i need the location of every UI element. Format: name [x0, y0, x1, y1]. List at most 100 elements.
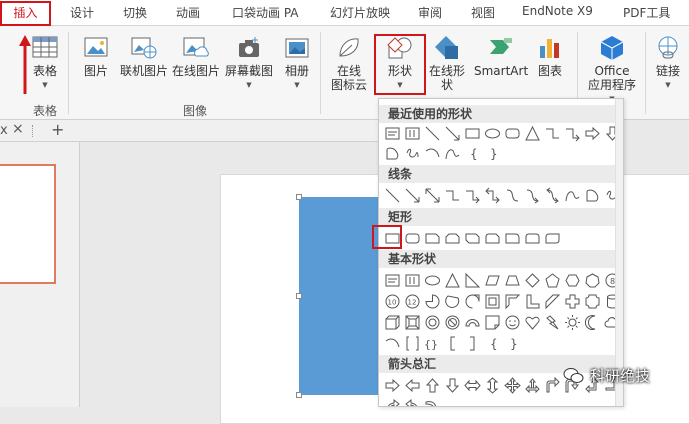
freeform-shape-icon[interactable]: [384, 145, 401, 162]
triangle-shape-icon[interactable]: [444, 272, 461, 289]
l-shape-icon[interactable]: [524, 293, 541, 310]
tab-view[interactable]: 视图: [471, 4, 495, 21]
tab-transitions[interactable]: 切换: [123, 4, 147, 21]
diamond-shape-icon[interactable]: [524, 272, 541, 289]
doc-tab-close-icon[interactable]: ×: [12, 121, 24, 137]
double-bracket-shape-icon[interactable]: [404, 335, 421, 352]
line-shape-icon[interactable]: [424, 125, 441, 142]
snip-diagonal-rectangle-shape-icon[interactable]: [464, 230, 481, 247]
table-button[interactable]: 表格 ▼: [28, 34, 62, 92]
slide-thumbnail[interactable]: [0, 164, 56, 284]
curved-arrow-connector-shape-icon[interactable]: [524, 187, 541, 204]
curve-shape-icon[interactable]: [444, 145, 461, 162]
bent-arrow-shape-icon[interactable]: [544, 376, 561, 394]
screenshot-button[interactable]: 屏幕截图 ▼: [222, 34, 276, 92]
left-right-arrow-shape-icon[interactable]: [464, 377, 481, 394]
curved-arrow-shape-icon[interactable]: [384, 398, 401, 408]
plaque-shape-icon[interactable]: [584, 293, 601, 310]
link-button[interactable]: 链接 ▼: [652, 34, 684, 92]
freeform-shape-icon[interactable]: [584, 187, 601, 204]
triangle-shape-icon[interactable]: [524, 125, 541, 142]
up-down-arrow-shape-icon[interactable]: [484, 376, 501, 394]
resize-handle[interactable]: [296, 194, 302, 200]
curved-double-arrow-connector-shape-icon[interactable]: [544, 187, 561, 204]
cross-shape-icon[interactable]: [564, 293, 581, 310]
curved-arrow-shape-icon[interactable]: [424, 398, 441, 408]
trapezoid-shape-icon[interactable]: [504, 272, 521, 289]
arrow-line-shape-icon[interactable]: [444, 125, 461, 142]
round-same-side-rectangle-shape-icon[interactable]: [524, 230, 541, 247]
tab-pocket-animation[interactable]: 口袋动画 PA: [232, 4, 299, 21]
right-triangle-shape-icon[interactable]: [464, 272, 481, 289]
arc-shape-icon[interactable]: [384, 335, 401, 352]
right-bracket-shape-icon[interactable]: [464, 335, 481, 352]
online-image-button[interactable]: 在线图片: [171, 34, 221, 78]
textbox-shape-icon[interactable]: [384, 125, 401, 142]
elbow-arrow-connector-shape-icon[interactable]: [464, 187, 481, 204]
moon-shape-icon[interactable]: [584, 314, 601, 331]
tab-design[interactable]: 设计: [70, 4, 94, 21]
diagonal-stripe-shape-icon[interactable]: [544, 293, 561, 310]
curve-shape-icon[interactable]: [564, 187, 581, 204]
parallelogram-shape-icon[interactable]: [484, 272, 501, 289]
left-right-up-arrow-shape-icon[interactable]: [524, 377, 541, 394]
snip-same-side-rectangle-shape-icon[interactable]: [444, 230, 461, 247]
sun-shape-icon[interactable]: [564, 314, 581, 331]
smartart-button[interactable]: SmartArt: [474, 34, 528, 78]
vertical-textbox-shape-icon[interactable]: [404, 272, 421, 289]
cube-shape-icon[interactable]: [384, 314, 401, 331]
scribble-shape-icon[interactable]: [404, 145, 421, 162]
album-button[interactable]: 相册 ▼: [280, 34, 314, 92]
double-arrow-line-shape-icon[interactable]: [424, 187, 441, 204]
tab-insert[interactable]: 插入: [0, 1, 51, 26]
decagon-shape-icon[interactable]: 10: [384, 293, 401, 310]
round-single-corner-rectangle-shape-icon[interactable]: [504, 230, 521, 247]
resize-handle[interactable]: [296, 293, 302, 299]
textbox-shape-icon[interactable]: [384, 272, 401, 289]
hexagon-shape-icon[interactable]: [564, 272, 581, 289]
up-arrow-shape-icon[interactable]: [424, 377, 441, 394]
curved-arrow-shape-icon[interactable]: [404, 398, 421, 408]
rectangle-shape-icon[interactable]: [464, 125, 481, 142]
online-picture-button[interactable]: 联机图片: [118, 34, 170, 78]
left-bracket-shape-icon[interactable]: [444, 335, 461, 352]
dodecagon-shape-icon[interactable]: 12: [404, 293, 421, 310]
elbow-connector-shape-icon[interactable]: [544, 125, 561, 142]
round-diagonal-rectangle-shape-icon[interactable]: [544, 230, 561, 247]
lightning-bolt-shape-icon[interactable]: [544, 314, 561, 331]
heptagon-shape-icon[interactable]: [584, 272, 601, 289]
elbow-arrow-connector-shape-icon[interactable]: [564, 125, 581, 142]
line-shape-icon[interactable]: [384, 187, 401, 204]
arc-shape-icon[interactable]: [424, 145, 441, 162]
tab-pdf-tools[interactable]: PDF工具: [623, 4, 670, 21]
half-frame-shape-icon[interactable]: [504, 293, 521, 310]
rounded-rectangle-shape-icon[interactable]: [404, 230, 421, 247]
snip-corner-rectangle-shape-icon[interactable]: [424, 230, 441, 247]
heart-shape-icon[interactable]: [524, 314, 541, 331]
right-brace-shape-icon[interactable]: }: [484, 145, 501, 162]
snip-round-rectangle-shape-icon[interactable]: [484, 230, 501, 247]
chord-shape-icon[interactable]: [444, 293, 461, 310]
rounded-rectangle-shape-icon[interactable]: [504, 125, 521, 142]
tab-review[interactable]: 审阅: [418, 4, 442, 21]
office-apps-button[interactable]: Office 应用程序▼: [587, 34, 637, 106]
tab-slideshow[interactable]: 幻灯片放映: [330, 4, 390, 21]
oval-shape-icon[interactable]: [484, 125, 501, 142]
frame-shape-icon[interactable]: [484, 293, 501, 310]
down-arrow-shape-icon[interactable]: [444, 377, 461, 394]
right-brace-shape-icon[interactable]: }: [504, 335, 521, 352]
resize-handle[interactable]: [296, 392, 302, 398]
oval-shape-icon[interactable]: [424, 272, 441, 289]
right-arrow-shape-icon[interactable]: [584, 125, 601, 142]
block-arc-shape-icon[interactable]: [464, 314, 481, 331]
double-brace-shape-icon[interactable]: {}: [424, 335, 441, 352]
pie-shape-icon[interactable]: [424, 293, 441, 310]
arrow-line-shape-icon[interactable]: [404, 187, 421, 204]
vertical-textbox-shape-icon[interactable]: [404, 125, 421, 142]
teardrop-shape-icon[interactable]: [464, 293, 481, 310]
panel-scrollbar[interactable]: [615, 99, 623, 406]
folded-corner-shape-icon[interactable]: [484, 314, 501, 331]
right-arrow-shape-icon[interactable]: [384, 377, 401, 394]
chart-button[interactable]: 图表: [534, 34, 566, 78]
smiley-face-shape-icon[interactable]: [504, 314, 521, 331]
